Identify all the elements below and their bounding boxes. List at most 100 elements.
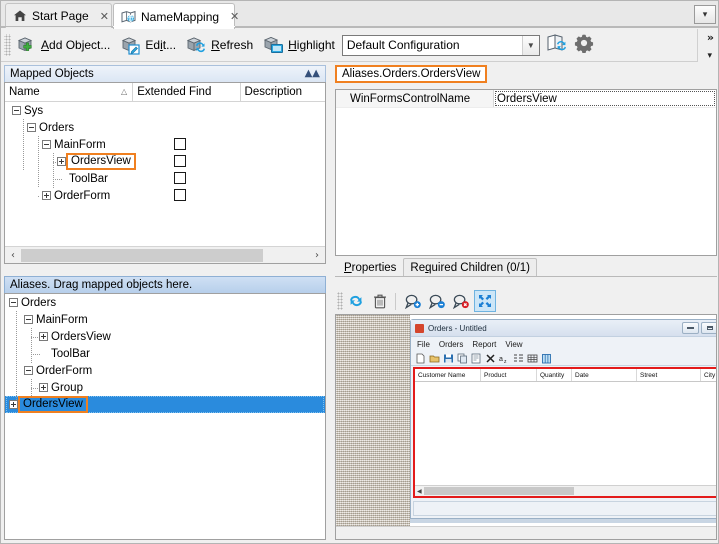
delete-image-button[interactable] <box>369 290 391 312</box>
expander-minus-icon[interactable] <box>24 315 33 324</box>
tree-row[interactable]: OrderForm <box>5 187 325 204</box>
tab-list-dropdown-button[interactable]: ▾ <box>694 5 716 24</box>
tree-node-label: OrderForm <box>36 365 92 377</box>
sort-icon[interactable]: az <box>499 353 510 364</box>
configuration-combo[interactable]: Default Configuration ▼ <box>342 35 540 56</box>
preview-window-buttons <box>682 322 717 334</box>
extended-find-checkbox[interactable] <box>174 172 186 184</box>
open-icon[interactable] <box>429 353 440 364</box>
new-icon[interactable] <box>415 353 426 364</box>
property-row[interactable]: WinFormsControlName OrdersView <box>336 90 716 108</box>
scroll-right-icon[interactable]: › <box>309 247 325 263</box>
mapped-objects-tree: Sys Orders MainForm <box>5 102 325 246</box>
namemapping-window: Start Page ✕ NameMapping ✕ ▾ <box>0 0 719 544</box>
edit-button[interactable]: Edit... <box>116 32 181 59</box>
expander-plus-icon[interactable] <box>9 400 18 409</box>
refresh-mapping-icon[interactable] <box>546 33 568 57</box>
tab-label: Required Children (0/1) <box>410 262 530 274</box>
preview-hscrollbar[interactable] <box>336 526 716 539</box>
copy-icon[interactable] <box>457 353 468 364</box>
tab-label: NameMapping <box>141 10 219 24</box>
expander-minus-icon[interactable] <box>9 298 18 307</box>
scroll-left-icon[interactable]: ‹ <box>5 247 21 263</box>
tab-start-page[interactable]: Start Page ✕ <box>5 3 112 28</box>
hscroll-thumb[interactable] <box>21 249 263 262</box>
grid-column-product[interactable]: Product <box>481 369 537 381</box>
save-icon[interactable] <box>443 353 454 364</box>
grid-column-street[interactable]: Street <box>637 369 701 381</box>
image-toolbar-grip[interactable] <box>337 292 343 310</box>
expander-plus-icon[interactable] <box>57 157 66 166</box>
column-header-extended-find[interactable]: Extended Find <box>133 83 240 101</box>
properties-icon[interactable] <box>471 353 482 364</box>
object-preview-panel[interactable]: Orders - Untitled File Orders Report Vie… <box>335 314 717 540</box>
refresh-button[interactable]: Refresh <box>182 32 258 59</box>
tree-row-selected[interactable]: OrdersView <box>5 396 325 413</box>
preview-grid-header: Customer Name Product Quantity Date Stre… <box>415 369 717 382</box>
chevron-up-icon[interactable]: ▲▲ <box>305 68 320 79</box>
expander-minus-icon[interactable] <box>27 123 36 132</box>
expander-plus-icon[interactable] <box>42 191 51 200</box>
name-mapping-icon <box>121 10 136 24</box>
tree-row[interactable]: Sys <box>5 102 325 119</box>
close-icon[interactable]: ✕ <box>100 10 109 23</box>
remove-object-marker-button[interactable] <box>426 290 448 312</box>
add-object-button[interactable]: Add Object... <box>12 32 115 59</box>
list-icon[interactable] <box>527 353 538 364</box>
grid-column-quantity[interactable]: Quantity <box>537 369 572 381</box>
preview-window-titlebar: Orders - Untitled <box>411 320 717 337</box>
mapped-objects-hscrollbar[interactable]: ‹ › <box>5 246 325 263</box>
toolbar-overflow-down-button[interactable]: ▾ <box>707 51 712 61</box>
tree-row[interactable]: Orders <box>5 119 325 136</box>
tab-properties[interactable]: Properties <box>337 258 403 276</box>
tree-row[interactable]: MainForm <box>5 136 325 153</box>
gear-icon[interactable] <box>574 33 596 57</box>
tab-required-children[interactable]: Required Children (0/1) <box>403 258 537 276</box>
scroll-left-icon[interactable]: ◀ <box>417 488 422 495</box>
refresh-image-button[interactable] <box>345 290 367 312</box>
column-header-description[interactable]: Description <box>241 83 325 101</box>
tree-row[interactable]: ToolBar <box>5 170 325 187</box>
extended-find-checkbox[interactable] <box>174 155 186 167</box>
add-object-marker-button[interactable] <box>402 290 424 312</box>
close-icon[interactable]: ✕ <box>230 10 239 23</box>
arrange-icon[interactable] <box>513 353 524 364</box>
grid-column-city[interactable]: City <box>701 369 717 381</box>
tree-row[interactable]: Group <box>5 379 325 396</box>
column-header-name[interactable]: Name △ <box>5 83 133 101</box>
highlight-button[interactable]: Highlight <box>259 32 340 59</box>
toolbar-grip[interactable] <box>4 34 11 56</box>
menu-item-view[interactable]: View <box>505 340 522 349</box>
menu-item-file[interactable]: File <box>417 340 430 349</box>
tree-row[interactable]: MainForm <box>5 311 325 328</box>
tree-node-label-highlighted: OrdersView <box>66 153 136 170</box>
menu-item-orders[interactable]: Orders <box>439 340 463 349</box>
preview-grid-hscrollbar[interactable]: ◀ <box>415 485 717 496</box>
extended-find-checkbox[interactable] <box>174 189 186 201</box>
expander-plus-icon[interactable] <box>39 383 48 392</box>
refresh-image-icon <box>348 293 364 309</box>
toolbar-overflow-button[interactable]: » <box>707 31 714 44</box>
tree-row[interactable]: Orders <box>5 294 325 311</box>
minimize-icon[interactable] <box>682 322 699 334</box>
grid-column-date[interactable]: Date <box>572 369 637 381</box>
chevron-down-icon[interactable]: ▼ <box>522 36 539 55</box>
tree-row[interactable]: ToolBar <box>5 345 325 362</box>
grid-icon[interactable] <box>541 353 552 364</box>
menu-item-report[interactable]: Report <box>472 340 496 349</box>
maximize-icon[interactable] <box>701 322 717 334</box>
expander-minus-icon[interactable] <box>42 140 51 149</box>
clear-object-marker-button[interactable] <box>450 290 472 312</box>
expander-plus-icon[interactable] <box>39 332 48 341</box>
expander-minus-icon[interactable] <box>24 366 33 375</box>
grid-column-customer-name[interactable]: Customer Name <box>415 369 481 381</box>
delete-icon[interactable] <box>485 353 496 364</box>
tree-row[interactable]: OrdersView <box>5 153 325 170</box>
tree-row[interactable]: OrderForm <box>5 362 325 379</box>
property-value[interactable]: OrdersView <box>494 90 716 107</box>
expander-minus-icon[interactable] <box>12 106 21 115</box>
tree-row[interactable]: OrdersView <box>5 328 325 345</box>
hscroll-thumb[interactable] <box>424 487 574 495</box>
fit-to-window-button[interactable] <box>474 290 496 312</box>
extended-find-checkbox[interactable] <box>174 138 186 150</box>
